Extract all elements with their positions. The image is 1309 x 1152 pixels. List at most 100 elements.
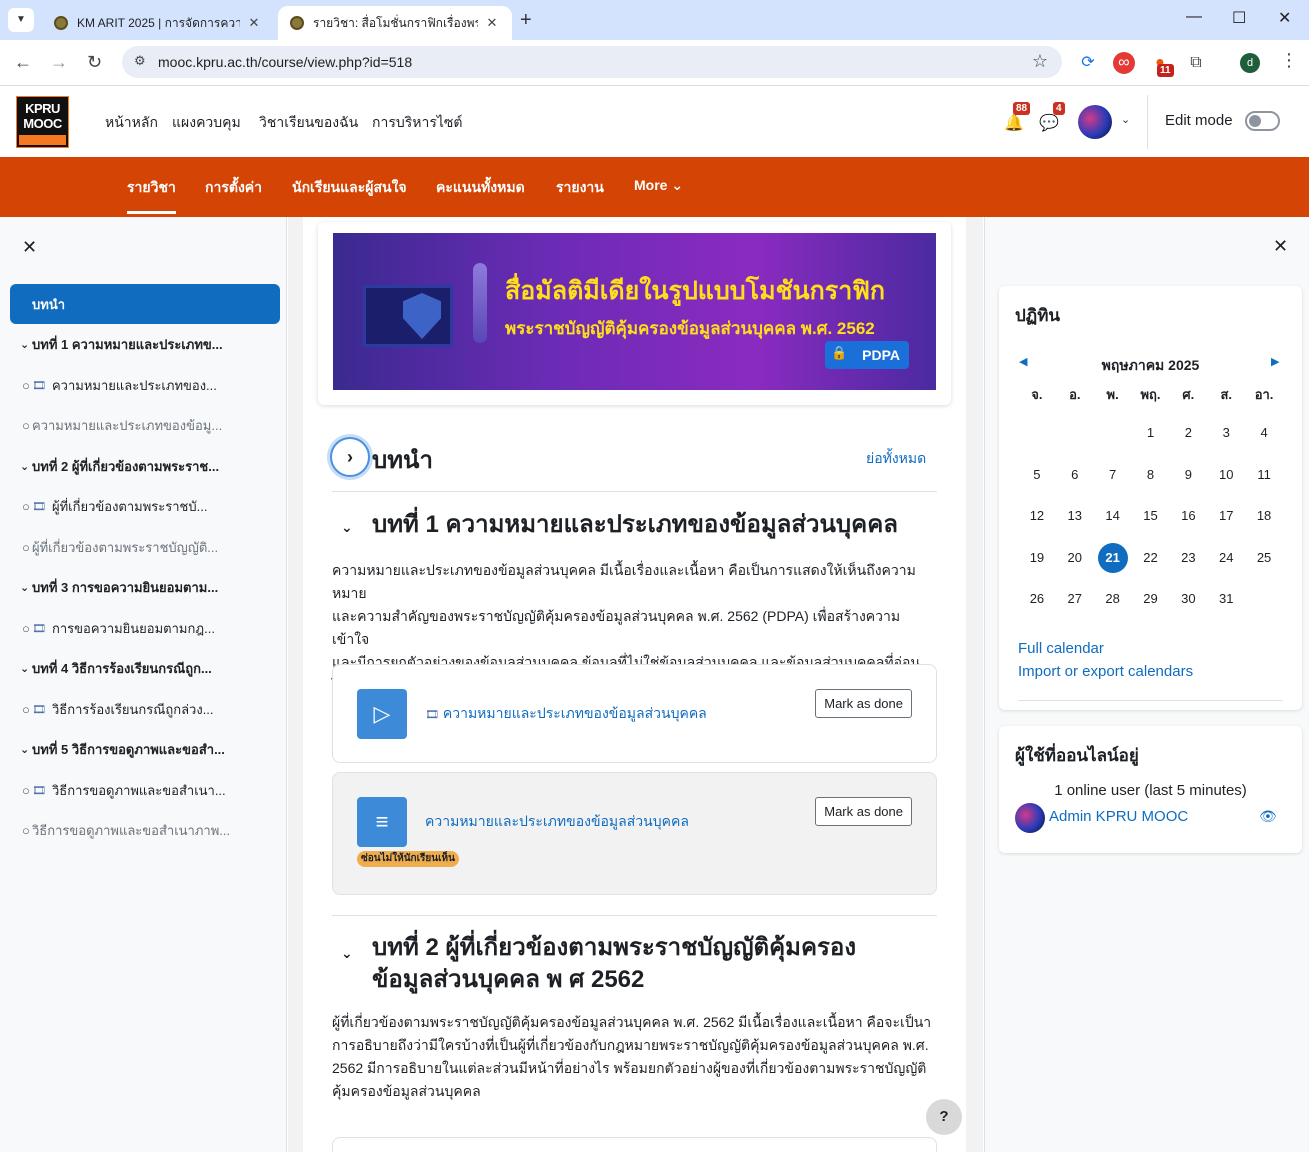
section-title-2[interactable]: บทที่ 2 ผู้ที่เกี่ยวข้องตามพระราชบัญญัติ… — [372, 932, 856, 996]
close-tab-icon[interactable]: ✕ — [246, 15, 262, 31]
calendar-day[interactable]: 4 — [1245, 412, 1283, 454]
activity-link[interactable]: ความหมายและประเภทของข้อมูลส่วนบุคคล — [425, 811, 689, 833]
course-index-activity[interactable]: ○ 🎞 ความหมายและประเภทของ... — [10, 365, 280, 405]
calendar-day[interactable]: 29 — [1132, 578, 1170, 620]
maximize-icon[interactable]: ☐ — [1232, 8, 1246, 28]
notification-bell-icon[interactable]: 🔔 — [1004, 113, 1024, 133]
nav-site-admin-link[interactable]: การบริหารไซต์ — [372, 112, 463, 134]
tab-grades[interactable]: คะแนนทั้งหมด — [436, 177, 525, 199]
mark-as-done-button[interactable]: Mark as done — [815, 689, 912, 718]
nav-dashboard-link[interactable]: แผงควบคุม — [172, 112, 241, 134]
course-index-section[interactable]: ⌄ บทที่ 5 วิธีการขอดูภาพและขอสำ... — [10, 730, 280, 770]
user-avatar[interactable] — [1078, 105, 1112, 139]
calendar-day[interactable]: 21 — [1094, 537, 1132, 579]
close-tab-icon[interactable]: ✕ — [484, 15, 500, 31]
new-tab-plus-icon[interactable]: + — [520, 9, 532, 32]
course-index-activity[interactable]: ○ ความหมายและประเภทของข้อมู... — [10, 406, 280, 446]
close-window-icon[interactable]: ✕ — [1278, 8, 1291, 28]
section-title-1[interactable]: บทที่ 1 ความหมายและประเภทของข้อมูลส่วนบุ… — [372, 509, 898, 541]
course-index-section[interactable]: บทนำ — [10, 284, 280, 324]
calendar-day[interactable]: 20 — [1056, 537, 1094, 579]
calendar-day[interactable]: 23 — [1169, 537, 1207, 579]
course-index-activity[interactable]: ○ 🎞 วิธีการขอดูภาพและขอสำเนา... — [10, 770, 280, 810]
browser-menu-icon[interactable]: ⋮ — [1280, 50, 1298, 71]
course-index-section[interactable]: ⌄ บทที่ 1 ความหมายและประเภทข... — [10, 325, 280, 365]
activity-link[interactable]: 🎞 ความหมายและประเภทของข้อมูลส่วนบุคคล — [425, 703, 707, 725]
course-index-activity[interactable]: ○ 🎞 ผู้ที่เกี่ยวข้องตามพระราชบั... — [10, 487, 280, 527]
calendar-day[interactable]: 12 — [1018, 495, 1056, 537]
calendar-day[interactable]: 27 — [1056, 578, 1094, 620]
course-index-activity[interactable]: ○ 🎞 วิธีการร้องเรียนกรณีถูกล่วง... — [10, 689, 280, 729]
calendar-day[interactable]: 9 — [1169, 454, 1207, 496]
course-index-section[interactable]: ⌄ บทที่ 3 การขอความยินยอมตาม... — [10, 568, 280, 608]
calendar-day[interactable]: 16 — [1169, 495, 1207, 537]
calendar-day[interactable]: 31 — [1207, 578, 1245, 620]
bookmark-star-icon[interactable]: ☆ — [1032, 51, 1048, 72]
collapse-all-link[interactable]: ย่อทั้งหมด — [866, 448, 926, 470]
course-index-activity[interactable]: ○ ผู้ที่เกี่ยวข้องตามพระราชบัญญัติ... — [10, 527, 280, 567]
section-expand-chevron-icon[interactable]: › — [330, 437, 370, 477]
calendar-day[interactable]: 6 — [1056, 454, 1094, 496]
reload-icon[interactable]: ↻ — [87, 52, 102, 73]
calendar-day[interactable]: 26 — [1018, 578, 1056, 620]
browser-tab-km-arit[interactable]: KM ARIT 2025 | การจัดการความรู้ ✕ — [42, 6, 274, 40]
calendar-day[interactable]: 5 — [1018, 454, 1056, 496]
close-block-drawer-icon[interactable]: ✕ — [1273, 236, 1288, 257]
calendar-day[interactable]: 28 — [1094, 578, 1132, 620]
tab-course[interactable]: รายวิชา — [127, 177, 176, 214]
site-info-icon[interactable]: ⚙ — [134, 53, 146, 69]
tab-reports[interactable]: รายงาน — [556, 177, 604, 199]
full-calendar-link[interactable]: Full calendar — [1018, 640, 1104, 657]
calendar-day[interactable]: 22 — [1132, 537, 1170, 579]
calendar-day[interactable]: 19 — [1018, 537, 1056, 579]
course-index-section[interactable]: ⌄ บทที่ 4 วิธีการร้องเรียนกรณีถูก... — [10, 649, 280, 689]
nav-home-link[interactable]: หน้าหลัก — [105, 112, 158, 134]
calendar-day[interactable]: 17 — [1207, 495, 1245, 537]
calendar-day[interactable]: 2 — [1169, 412, 1207, 454]
calendar-day[interactable]: 14 — [1094, 495, 1132, 537]
calendar-day[interactable]: 8 — [1132, 454, 1170, 496]
calendar-day[interactable]: 1 — [1132, 412, 1170, 454]
calendar-day[interactable]: 10 — [1207, 454, 1245, 496]
address-bar[interactable]: ⚙ mooc.kpru.ac.th/course/view.php?id=518… — [122, 46, 1062, 78]
course-index-activity[interactable]: ○ วิธีการขอดูภาพและขอสำเนาภาพ... — [10, 811, 280, 851]
mark-as-done-button[interactable]: Mark as done — [815, 797, 912, 826]
calendar-day[interactable]: 7 — [1094, 454, 1132, 496]
calendar-day[interactable]: 11 — [1245, 454, 1283, 496]
video-play-icon[interactable]: ▷ — [357, 689, 407, 739]
tab-search-button[interactable]: ▼ — [8, 8, 34, 32]
calendar-day[interactable]: 18 — [1245, 495, 1283, 537]
calendar-day[interactable]: 30 — [1169, 578, 1207, 620]
tab-settings[interactable]: การตั้งค่า — [205, 177, 262, 199]
section-collapse-chevron-icon[interactable]: ⌄ — [341, 945, 353, 962]
back-arrow-icon[interactable]: ← — [14, 52, 32, 73]
calendar-day[interactable]: 25 — [1245, 537, 1283, 579]
minimize-icon[interactable]: — — [1186, 8, 1202, 26]
section-collapse-chevron-icon[interactable]: ⌄ — [341, 519, 353, 536]
calendar-day[interactable]: 24 — [1207, 537, 1245, 579]
next-month-arrow-icon[interactable]: ▶ — [1271, 355, 1279, 368]
site-logo[interactable]: KPRU MOOC — [16, 96, 69, 148]
calendar-day[interactable]: 15 — [1132, 495, 1170, 537]
extensions-puzzle-icon[interactable]: ⧉ — [1185, 52, 1207, 74]
extension-red-icon[interactable]: ∞ — [1113, 52, 1135, 74]
page-document-icon[interactable]: ≡ — [357, 797, 407, 847]
nav-my-courses-link[interactable]: วิชาเรียนของฉัน — [259, 112, 358, 134]
edit-mode-toggle[interactable] — [1245, 111, 1280, 131]
forward-arrow-icon[interactable]: → — [50, 52, 68, 73]
eye-icon[interactable]: 👁 — [1259, 808, 1277, 825]
calendar-day[interactable]: 13 — [1056, 495, 1094, 537]
calendar-day[interactable]: 3 — [1207, 412, 1245, 454]
user-menu-chevron-icon[interactable]: ⌄ — [1121, 113, 1130, 126]
messages-chat-icon[interactable]: 💬 — [1039, 113, 1059, 133]
tab-more[interactable]: More ⌄ — [634, 177, 683, 194]
course-index-activity[interactable]: ○ 🎞 การขอความยินยอมตามกฎ... — [10, 608, 280, 648]
sync-extension-icon[interactable]: ⟳ — [1077, 52, 1099, 74]
tab-participants[interactable]: นักเรียนและผู้สนใจ — [292, 177, 407, 199]
online-user-name-link[interactable]: Admin KPRU MOOC — [1049, 808, 1188, 825]
import-export-calendars-link[interactable]: Import or export calendars — [1018, 663, 1193, 680]
browser-tab-course[interactable]: รายวิชา: สื่อโมชั่นกราฟิกเรื่องพระราชบัญ… — [278, 6, 512, 40]
help-button[interactable]: ? — [926, 1099, 962, 1135]
close-drawer-icon[interactable]: ✕ — [22, 237, 37, 258]
browser-profile-avatar[interactable]: d — [1240, 53, 1260, 73]
